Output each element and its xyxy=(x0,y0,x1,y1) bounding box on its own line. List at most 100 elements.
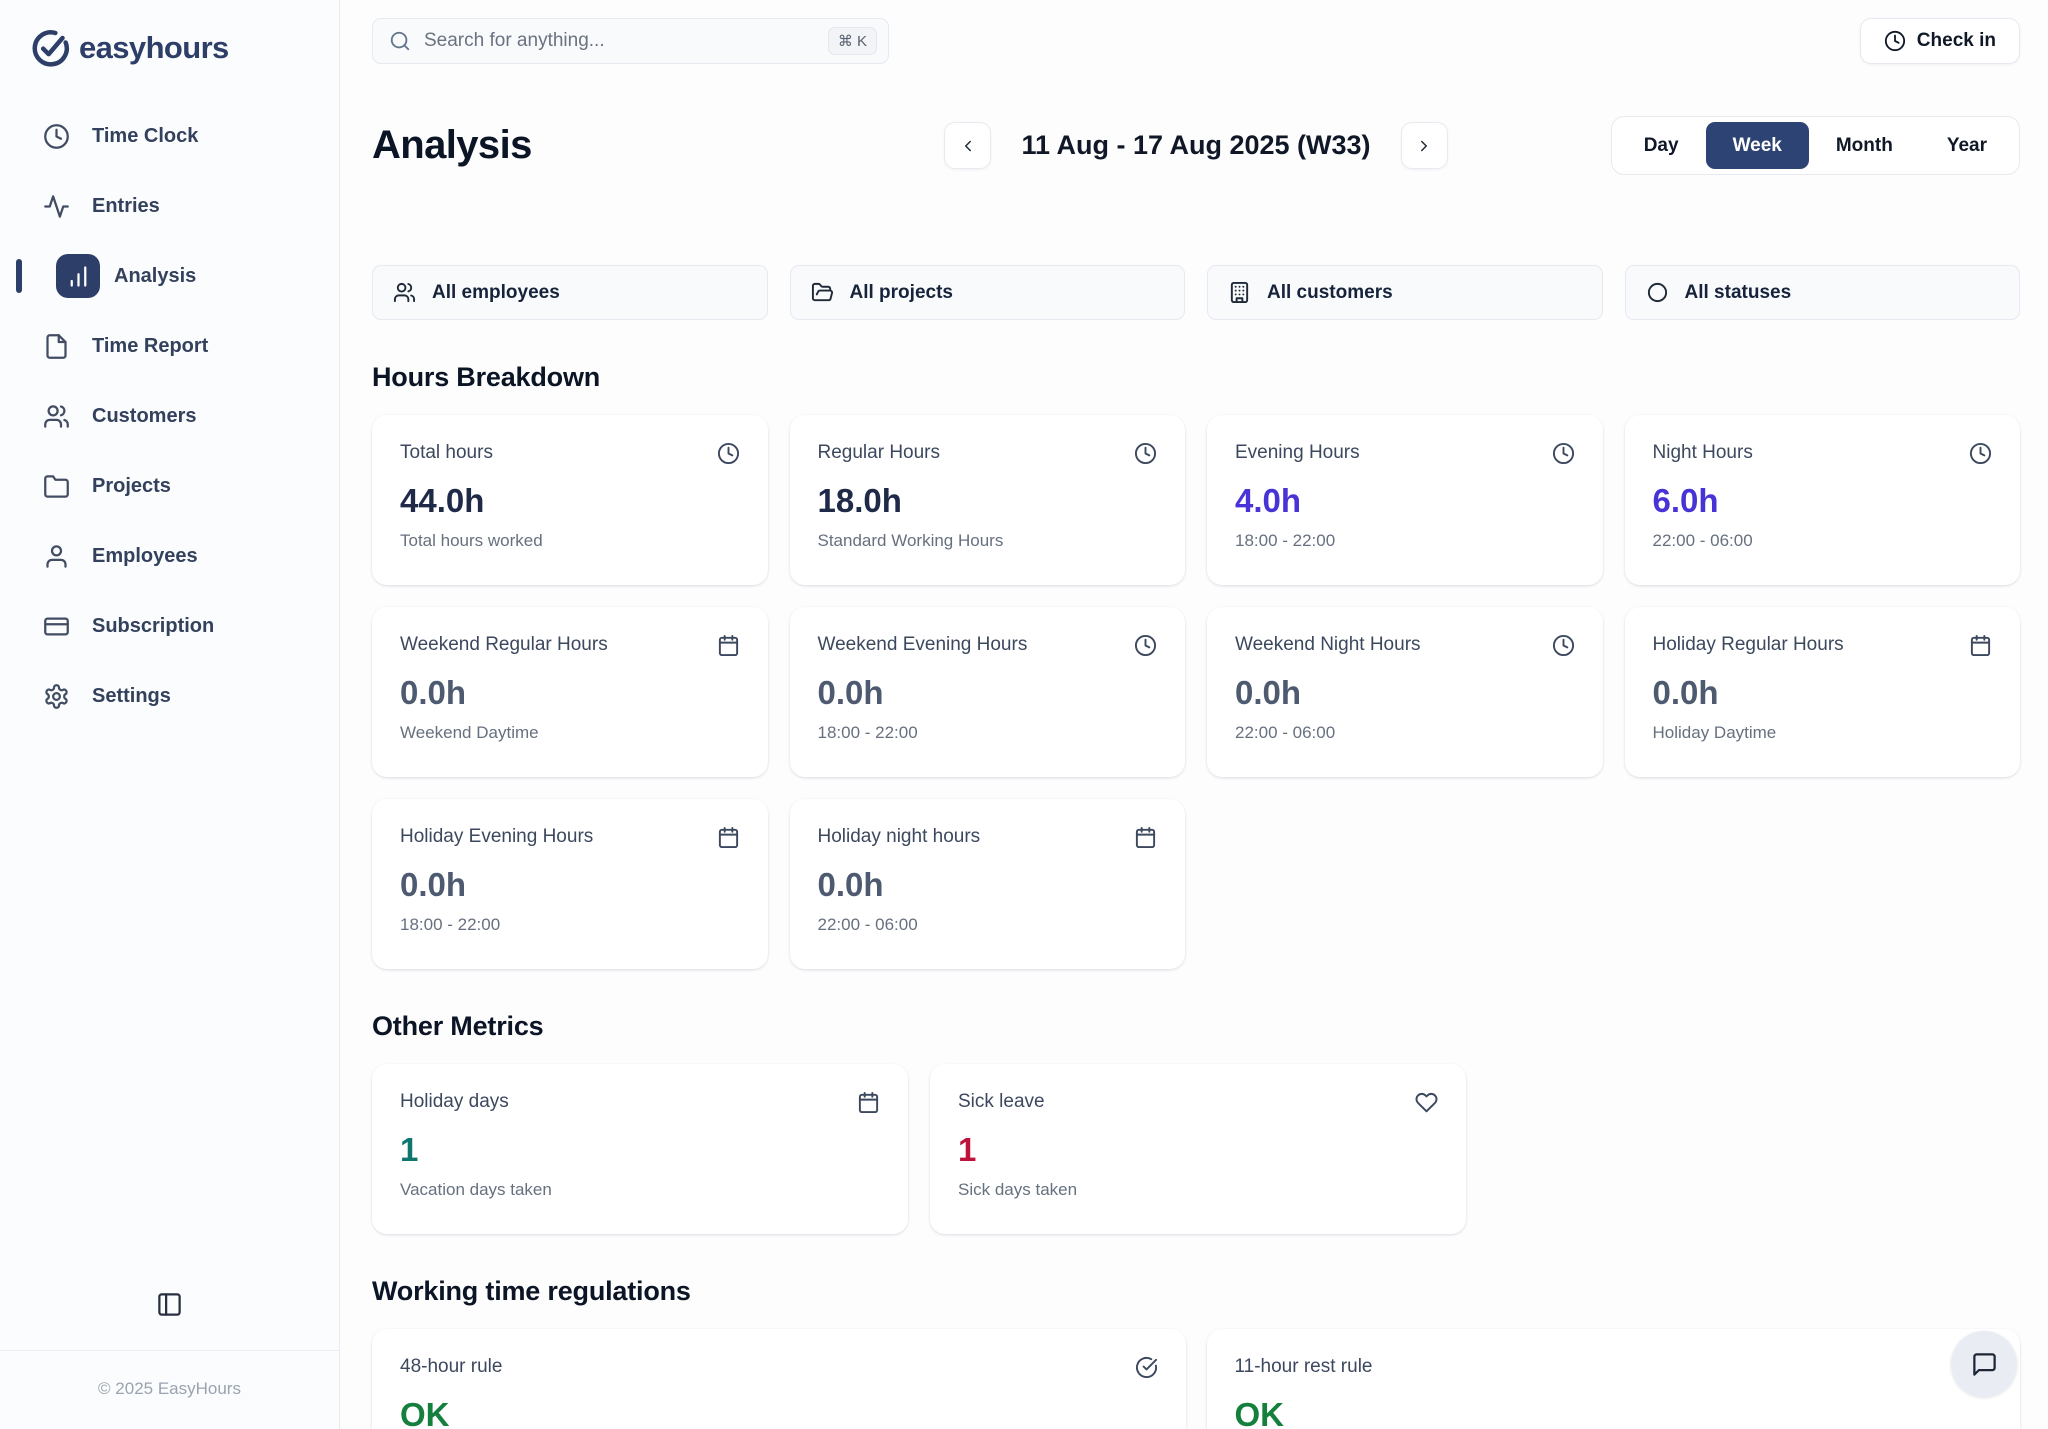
search-box[interactable]: ⌘ K xyxy=(372,18,889,64)
clock-icon xyxy=(1134,634,1157,657)
card-subtitle: 22:00 - 06:00 xyxy=(818,915,1158,935)
card-night-hours: Night Hours 6.0h 22:00 - 06:00 xyxy=(1625,415,2021,585)
search-input[interactable] xyxy=(424,30,815,52)
card-subtitle: 18:00 - 22:00 xyxy=(818,723,1158,743)
clock-icon xyxy=(43,123,70,150)
card-subtitle: 18:00 - 22:00 xyxy=(1235,531,1575,551)
app-root: easyhours Time Clock Entries Analysis Ti… xyxy=(0,0,2048,1429)
sidebar-item-settings[interactable]: Settings xyxy=(0,670,339,722)
check-circle-icon xyxy=(1135,1356,1158,1379)
calendar-icon xyxy=(1969,634,1992,657)
card-11-hour-rest-rule: 11-hour rest rule OK xyxy=(1207,1329,2021,1429)
sidebar-item-label: Projects xyxy=(92,475,171,498)
circle-icon xyxy=(1646,281,1669,304)
sidebar-item-entries[interactable]: Entries xyxy=(0,180,339,232)
filter-label: All statuses xyxy=(1685,282,1792,304)
section-title-other-metrics: Other Metrics xyxy=(372,1011,2020,1042)
search-shortcut-badge: ⌘ K xyxy=(828,27,877,55)
card-holiday-days: Holiday days 1 Vacation days taken xyxy=(372,1064,908,1234)
card-value: 6.0h xyxy=(1653,482,1993,520)
card-value: OK xyxy=(1235,1396,1993,1429)
tab-year[interactable]: Year xyxy=(1920,122,2014,169)
check-in-label: Check in xyxy=(1917,30,1996,52)
filter-all-employees[interactable]: All employees xyxy=(372,265,768,320)
sidebar-collapse-button[interactable] xyxy=(148,1282,192,1326)
sidebar-footer: © 2025 EasyHours xyxy=(0,1268,339,1429)
card-value: 0.0h xyxy=(818,674,1158,712)
sidebar-nav: Time Clock Entries Analysis Time Report … xyxy=(0,110,339,722)
search-icon xyxy=(389,30,411,52)
folder-icon xyxy=(43,473,70,500)
bar-chart-icon xyxy=(65,263,92,290)
credit-card-icon xyxy=(43,613,70,640)
copyright: © 2025 EasyHours xyxy=(0,1351,339,1429)
tab-week[interactable]: Week xyxy=(1706,122,1809,169)
page-title: Analysis xyxy=(372,123,944,168)
card-value: OK xyxy=(400,1396,1158,1429)
range-tabs: Day Week Month Year xyxy=(1611,116,2020,175)
card-subtitle: Holiday Daytime xyxy=(1653,723,1993,743)
prev-week-button[interactable] xyxy=(944,122,991,169)
clock-icon xyxy=(1552,634,1575,657)
user-icon xyxy=(43,543,70,570)
card-subtitle: 18:00 - 22:00 xyxy=(400,915,740,935)
sidebar-item-label: Analysis xyxy=(114,265,196,288)
filter-label: All customers xyxy=(1267,282,1393,304)
other-metrics-grid: Holiday days 1 Vacation days taken Sick … xyxy=(372,1064,2020,1234)
users-icon xyxy=(393,281,416,304)
sidebar-item-subscription[interactable]: Subscription xyxy=(0,600,339,652)
panel-left-icon xyxy=(156,1291,183,1318)
section-title-regulations: Working time regulations xyxy=(372,1276,2020,1307)
activity-icon xyxy=(43,193,70,220)
card-sick-leave: Sick leave 1 Sick days taken xyxy=(930,1064,1466,1234)
sidebar-item-label: Entries xyxy=(92,195,160,218)
logo[interactable]: easyhours xyxy=(0,0,339,68)
gear-icon xyxy=(43,683,70,710)
card-value: 1 xyxy=(958,1131,1438,1169)
chevron-left-icon xyxy=(959,137,977,155)
filter-all-customers[interactable]: All customers xyxy=(1207,265,1603,320)
chevron-right-icon xyxy=(1415,137,1433,155)
calendar-icon xyxy=(1134,826,1157,849)
topbar: ⌘ K Check in xyxy=(372,18,2020,64)
filter-all-statuses[interactable]: All statuses xyxy=(1625,265,2021,320)
sidebar: easyhours Time Clock Entries Analysis Ti… xyxy=(0,0,340,1429)
card-subtitle: Total hours worked xyxy=(400,531,740,551)
card-value: 44.0h xyxy=(400,482,740,520)
sidebar-item-time-clock[interactable]: Time Clock xyxy=(0,110,339,162)
card-subtitle: Weekend Daytime xyxy=(400,723,740,743)
card-holiday-evening-hours: Holiday Evening Hours 0.0h 18:00 - 22:00 xyxy=(372,799,768,969)
card-value: 0.0h xyxy=(1235,674,1575,712)
sidebar-item-label: Time Clock xyxy=(92,125,198,148)
sidebar-item-label: Settings xyxy=(92,685,171,708)
chat-button[interactable] xyxy=(1951,1331,2017,1397)
tab-month[interactable]: Month xyxy=(1809,122,1920,169)
clock-icon xyxy=(1552,442,1575,465)
date-navigation: 11 Aug - 17 Aug 2025 (W33) xyxy=(944,122,1447,169)
card-weekend-evening-hours: Weekend Evening Hours 0.0h 18:00 - 22:00 xyxy=(790,607,1186,777)
sidebar-item-analysis[interactable]: Analysis xyxy=(0,250,339,302)
hours-breakdown-grid: Total hours 44.0h Total hours worked Reg… xyxy=(372,415,2020,969)
sidebar-item-customers[interactable]: Customers xyxy=(0,390,339,442)
main-content: ⌘ K Check in Analysis 11 Aug - 17 Aug 20… xyxy=(340,0,2048,1429)
check-in-button[interactable]: Check in xyxy=(1860,18,2020,64)
sidebar-item-time-report[interactable]: Time Report xyxy=(0,320,339,372)
card-48-hour-rule: 48-hour rule OK xyxy=(372,1329,1186,1429)
next-week-button[interactable] xyxy=(1401,122,1448,169)
users-icon xyxy=(43,403,70,430)
section-title-hours-breakdown: Hours Breakdown xyxy=(372,362,2020,393)
sidebar-item-projects[interactable]: Projects xyxy=(0,460,339,512)
sidebar-item-employees[interactable]: Employees xyxy=(0,530,339,582)
card-regular-hours: Regular Hours 18.0h Standard Working Hou… xyxy=(790,415,1186,585)
filter-all-projects[interactable]: All projects xyxy=(790,265,1186,320)
sidebar-item-label: Time Report xyxy=(92,335,208,358)
card-subtitle: Standard Working Hours xyxy=(818,531,1158,551)
filter-label: All employees xyxy=(432,282,560,304)
card-value: 18.0h xyxy=(818,482,1158,520)
card-subtitle: Sick days taken xyxy=(958,1180,1438,1200)
clock-icon xyxy=(717,442,740,465)
logo-check-icon xyxy=(30,28,70,68)
filter-label: All projects xyxy=(850,282,953,304)
tab-day[interactable]: Day xyxy=(1617,122,1706,169)
card-subtitle: 22:00 - 06:00 xyxy=(1653,531,1993,551)
